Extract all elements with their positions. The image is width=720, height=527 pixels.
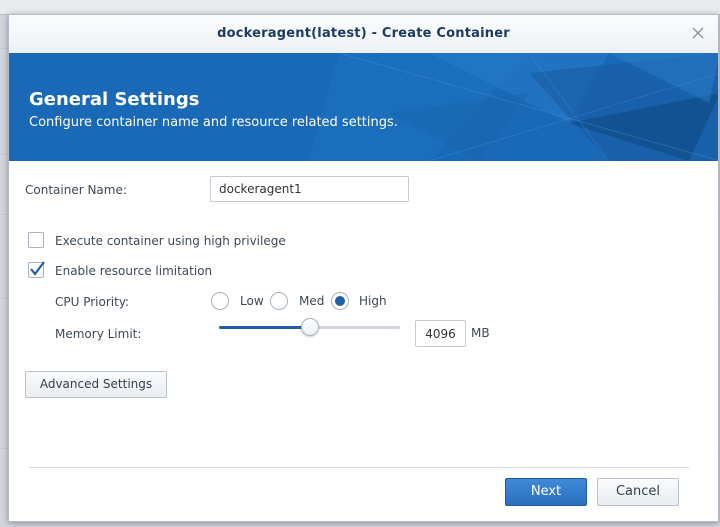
- footer-divider: [29, 467, 689, 468]
- next-button[interactable]: Next: [505, 478, 587, 506]
- close-icon[interactable]: [690, 25, 706, 41]
- cpu-priority-med-radio[interactable]: [270, 292, 288, 310]
- resource-limit-checkbox[interactable]: [28, 261, 45, 278]
- memory-limit-input[interactable]: [415, 320, 466, 347]
- cpu-priority-low-label[interactable]: Low: [240, 294, 264, 308]
- cpu-priority-label: CPU Priority:: [55, 295, 130, 309]
- memory-slider-thumb[interactable]: [300, 318, 319, 336]
- memory-slider-fill: [219, 326, 310, 329]
- container-name-label: Container Name:: [25, 183, 127, 197]
- resource-limit-label[interactable]: Enable resource limitation: [55, 264, 212, 278]
- memory-limit-slider[interactable]: [219, 318, 400, 336]
- checkmark-icon: [30, 261, 45, 276]
- memory-unit-label: MB: [471, 326, 490, 340]
- advanced-settings-button[interactable]: Advanced Settings: [25, 371, 167, 398]
- cpu-priority-low-radio[interactable]: [211, 292, 229, 310]
- dialog-titlebar[interactable]: dockeragent(latest) - Create Container: [9, 15, 718, 54]
- cancel-button[interactable]: Cancel: [597, 478, 679, 506]
- high-privilege-checkbox[interactable]: [28, 232, 44, 248]
- container-name-input[interactable]: [210, 176, 409, 202]
- cpu-priority-med-label[interactable]: Med: [299, 294, 324, 308]
- create-container-dialog: dockeragent(latest) - Create Container G…: [8, 14, 719, 522]
- background-window-top: [0, 0, 720, 15]
- dialog-title: dockeragent(latest) - Create Container: [217, 26, 510, 41]
- cpu-priority-high-radio[interactable]: [331, 292, 349, 310]
- section-subtitle: Configure container name and resource re…: [29, 115, 398, 130]
- memory-limit-label: Memory Limit:: [55, 327, 142, 341]
- section-title: General Settings: [29, 89, 200, 110]
- header-banner: General Settings Configure container nam…: [9, 53, 718, 161]
- high-privilege-label[interactable]: Execute container using high privilege: [55, 234, 286, 248]
- cpu-priority-high-label[interactable]: High: [359, 294, 387, 308]
